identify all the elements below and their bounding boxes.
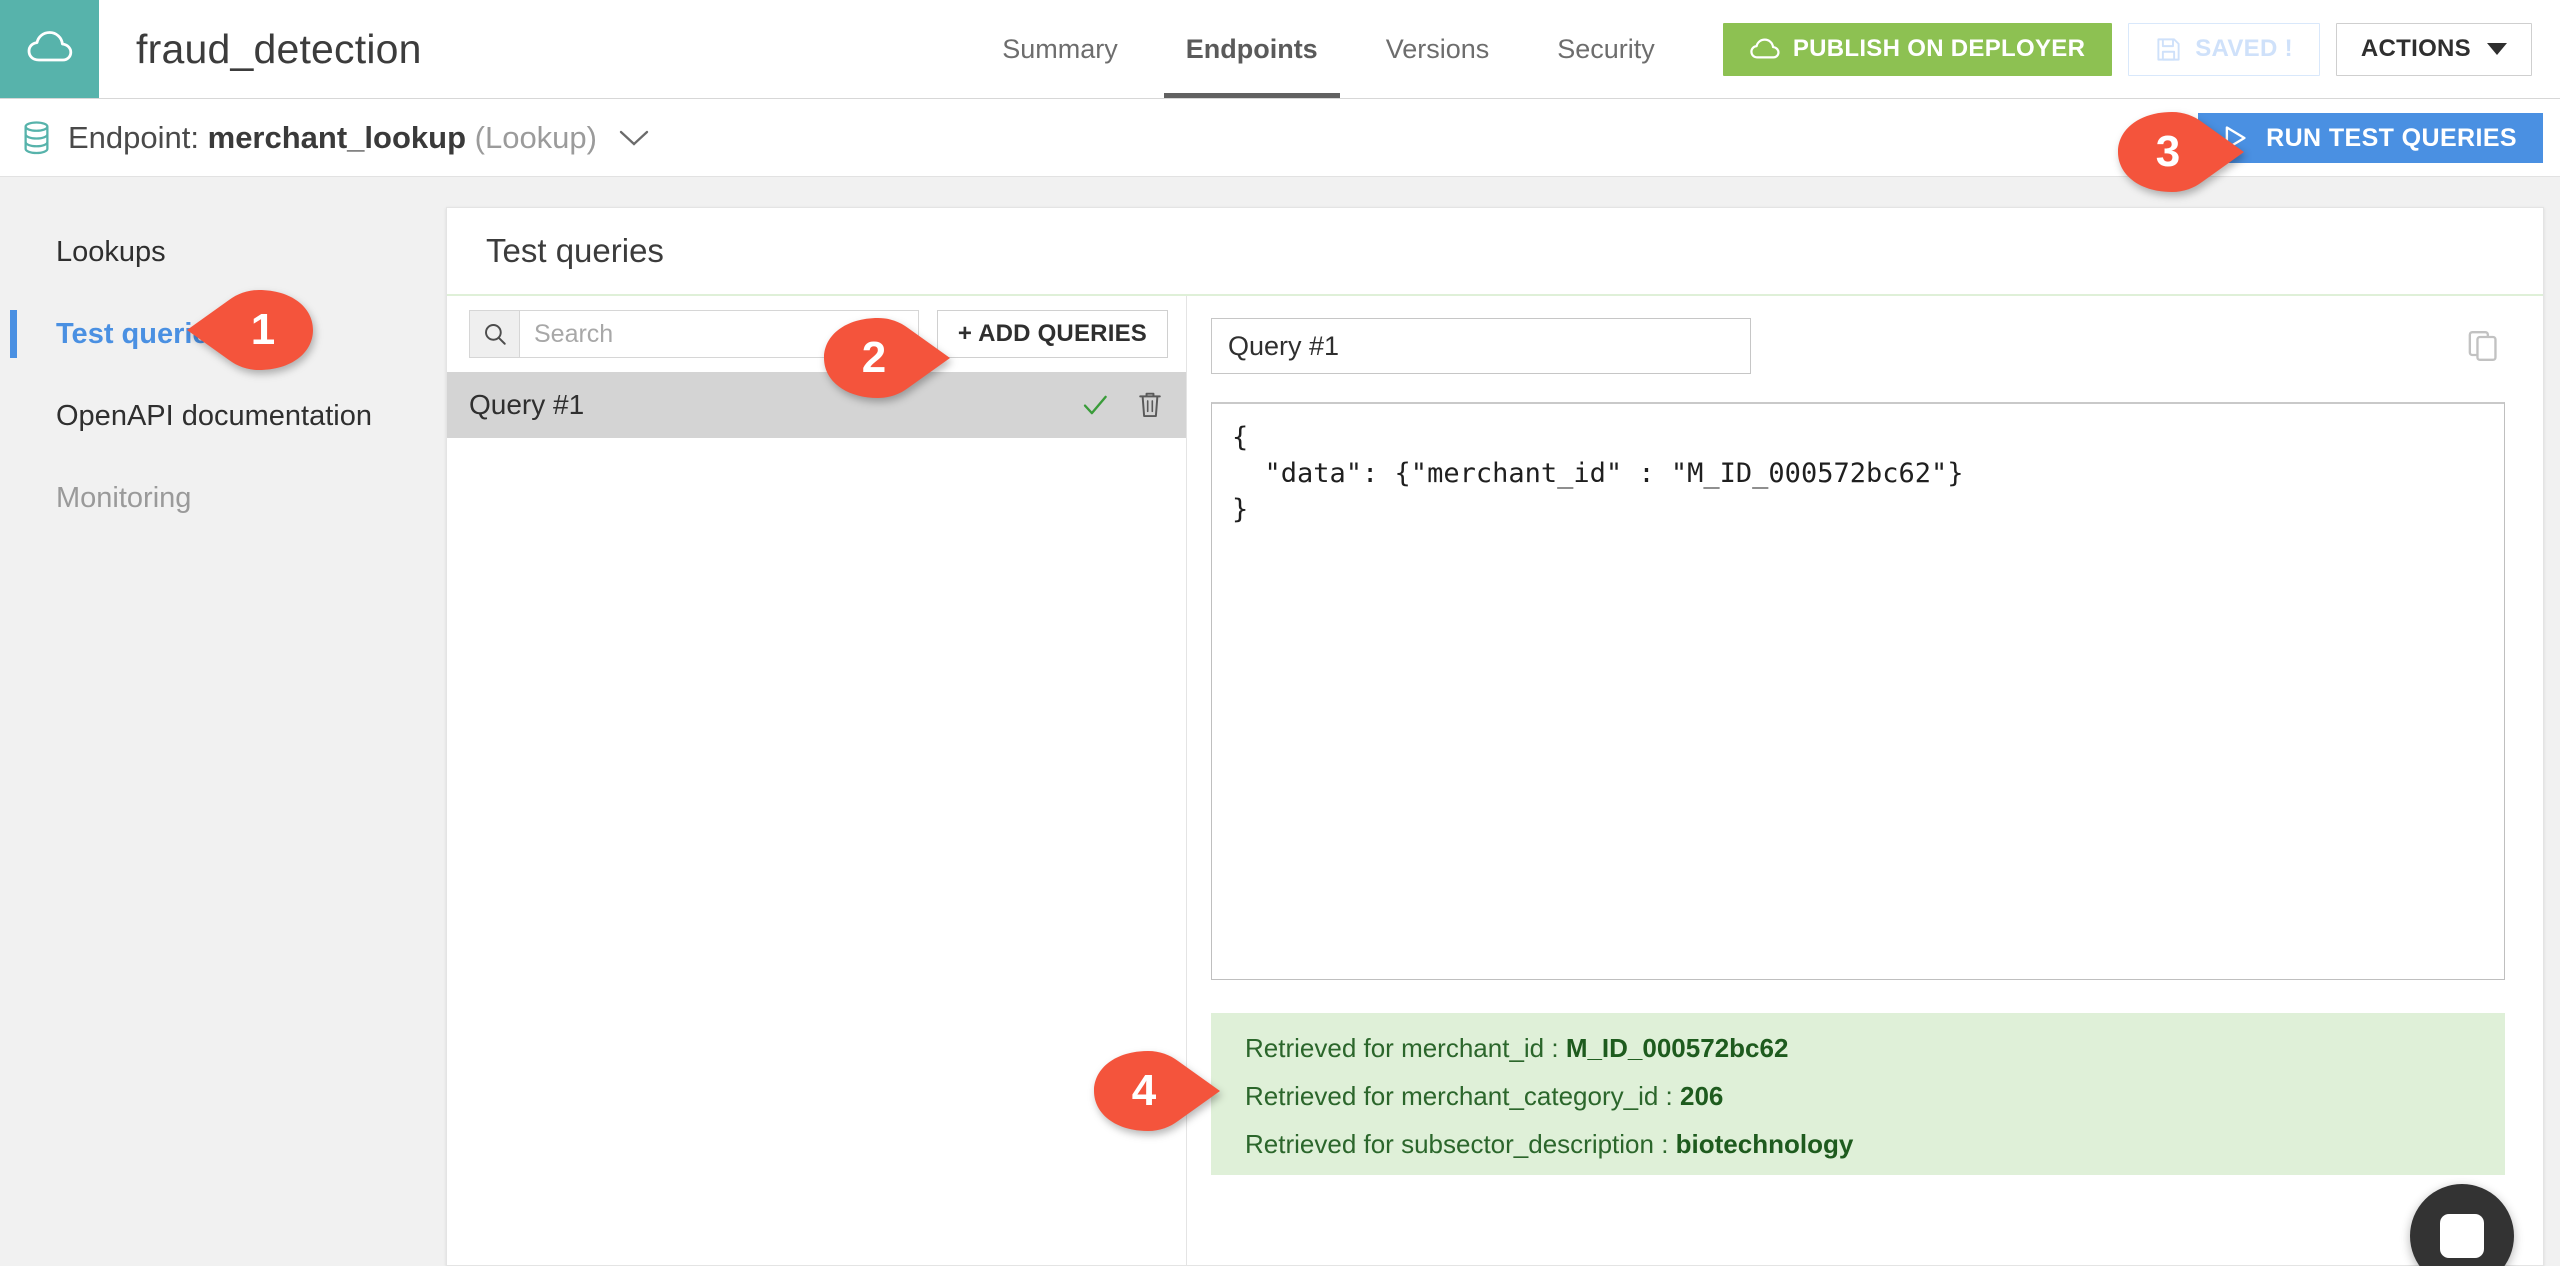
database-icon	[22, 121, 51, 155]
result-row: Retrieved for merchant_category_id : 206	[1245, 1083, 2505, 1109]
query-list-item[interactable]: Query #1	[447, 372, 1186, 438]
sidebar-item-openapi-documentation[interactable]: OpenAPI documentation	[0, 390, 446, 442]
sidebar-item-label: Monitoring	[56, 482, 191, 515]
result-value: 206	[1680, 1081, 1723, 1111]
run-button-label: RUN TEST QUERIES	[2266, 124, 2517, 153]
test-queries-card: Test queries + ADD QUERIES	[446, 207, 2544, 1266]
active-indicator-bar	[10, 310, 17, 358]
tab-versions[interactable]: Versions	[1352, 0, 1524, 98]
query-results-panel: Retrieved for merchant_id : M_ID_000572b…	[1211, 1013, 2505, 1175]
top-navigation: Summary Endpoints Versions Security PUBL…	[968, 0, 2560, 98]
annotation-pin-4: 4	[1092, 1049, 1220, 1133]
query-name-input[interactable]	[1211, 318, 1751, 374]
query-list-item-label: Query #1	[469, 389, 584, 421]
floppy-disk-icon	[2155, 36, 2182, 63]
query-list-toolbar: + ADD QUERIES	[447, 296, 1186, 372]
cloud-icon	[27, 30, 73, 69]
tab-security[interactable]: Security	[1523, 0, 1689, 98]
check-icon[interactable]	[1080, 390, 1110, 420]
query-code-editor[interactable]: { "data": {"merchant_id" : "M_ID_000572b…	[1211, 402, 2505, 980]
publish-button-label: PUBLISH ON DEPLOYER	[1793, 35, 2085, 63]
endpoint-prefix: Endpoint:	[68, 120, 199, 155]
saved-button-label: SAVED !	[2195, 35, 2293, 63]
sidebar-item-label: OpenAPI documentation	[56, 400, 372, 433]
app-logo[interactable]	[0, 0, 99, 98]
result-label: Retrieved for merchant_id :	[1245, 1033, 1566, 1063]
app-title: fraud_detection	[99, 0, 422, 98]
add-queries-button[interactable]: + ADD QUERIES	[937, 310, 1168, 358]
annotation-pin-2: 2	[822, 316, 950, 400]
endpoint-breadcrumb[interactable]: Endpoint: merchant_lookup (Lookup)	[22, 99, 650, 177]
trash-icon[interactable]	[1136, 390, 1164, 420]
query-list-item-actions	[1080, 390, 1164, 420]
endpoint-label: Endpoint: merchant_lookup (Lookup)	[68, 120, 597, 156]
publish-on-deployer-button[interactable]: PUBLISH ON DEPLOYER	[1723, 23, 2112, 76]
run-test-queries-button[interactable]: RUN TEST QUERIES	[2198, 113, 2543, 163]
endpoint-name: merchant_lookup	[208, 120, 466, 155]
search-icon	[469, 310, 519, 358]
sidebar-item-lookups[interactable]: Lookups	[0, 226, 446, 278]
chevron-down-icon[interactable]	[618, 128, 650, 148]
nav-tab-list: Summary Endpoints Versions Security	[968, 0, 1689, 98]
tab-summary[interactable]: Summary	[968, 0, 1152, 98]
sidebar-item-label: Lookups	[56, 236, 166, 269]
result-value: biotechnology	[1676, 1129, 1854, 1159]
sidebar-item-monitoring[interactable]: Monitoring	[0, 472, 446, 524]
query-code-text: { "data": {"merchant_id" : "M_ID_000572b…	[1232, 420, 2484, 529]
card-body: + ADD QUERIES Query #1	[447, 296, 2543, 1265]
query-list-column: + ADD QUERIES Query #1	[447, 296, 1187, 1265]
top-action-buttons: PUBLISH ON DEPLOYER SAVED ! ACTIONS	[1689, 0, 2560, 98]
endpoint-type: (Lookup)	[475, 120, 597, 155]
caret-down-icon	[2487, 43, 2507, 55]
annotation-number: 2	[822, 316, 926, 400]
annotation-number: 1	[211, 288, 315, 372]
actions-menu-button[interactable]: ACTIONS	[2336, 23, 2532, 76]
result-row: Retrieved for subsector_description : bi…	[1245, 1131, 2505, 1157]
chat-bubble-icon	[2440, 1214, 2484, 1258]
result-row: Retrieved for merchant_id : M_ID_000572b…	[1245, 1035, 2505, 1061]
annotation-number: 3	[2116, 110, 2220, 194]
app-root: fraud_detection Summary Endpoints Versio…	[0, 0, 2560, 1266]
saved-status-button[interactable]: SAVED !	[2128, 23, 2320, 76]
copy-icon[interactable]	[2461, 324, 2505, 368]
annotation-pin-3: 3	[2116, 110, 2244, 194]
annotation-number: 4	[1092, 1049, 1196, 1133]
query-editor-column: { "data": {"merchant_id" : "M_ID_000572b…	[1187, 296, 2543, 1265]
query-name-row	[1211, 318, 2505, 374]
annotation-pin-1: 1	[187, 288, 315, 372]
tab-endpoints[interactable]: Endpoints	[1152, 0, 1352, 98]
cloud-icon	[1750, 38, 1780, 60]
result-value: M_ID_000572bc62	[1566, 1033, 1789, 1063]
card-title: Test queries	[447, 208, 2543, 296]
actions-button-label: ACTIONS	[2361, 35, 2471, 63]
result-label: Retrieved for merchant_category_id :	[1245, 1081, 1680, 1111]
result-label: Retrieved for subsector_description :	[1245, 1129, 1676, 1159]
top-header-bar: fraud_detection Summary Endpoints Versio…	[0, 0, 2560, 99]
